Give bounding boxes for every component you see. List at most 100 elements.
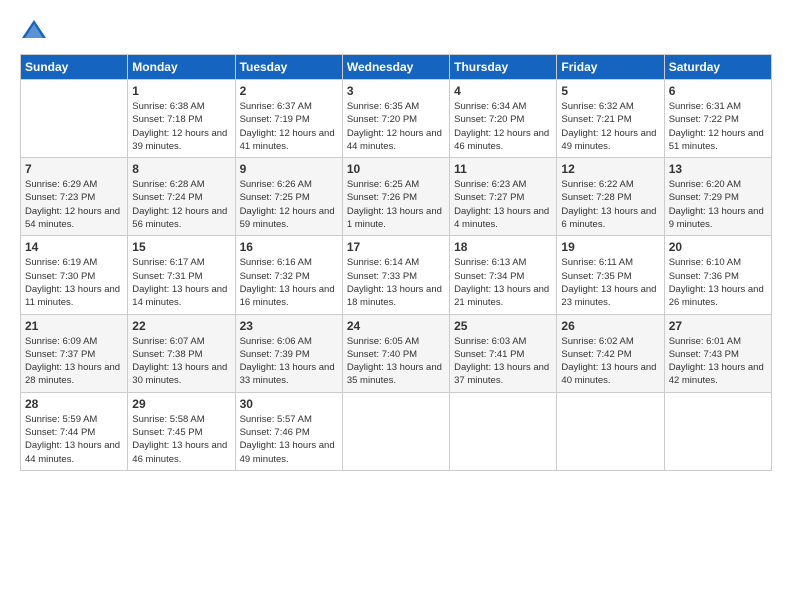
day-info: Sunrise: 6:19 AM Sunset: 7:30 PM Dayligh… bbox=[25, 256, 123, 309]
day-number: 19 bbox=[561, 240, 659, 254]
day-number: 21 bbox=[25, 319, 123, 333]
day-info: Sunrise: 6:26 AM Sunset: 7:25 PM Dayligh… bbox=[240, 178, 338, 231]
day-number: 20 bbox=[669, 240, 767, 254]
day-cell: 15 Sunrise: 6:17 AM Sunset: 7:31 PM Dayli… bbox=[128, 236, 235, 314]
day-number: 30 bbox=[240, 397, 338, 411]
day-cell: 6 Sunrise: 6:31 AM Sunset: 7:22 PM Daylig… bbox=[664, 80, 771, 158]
header-cell-monday: Monday bbox=[128, 55, 235, 80]
day-cell bbox=[342, 392, 449, 470]
day-cell: 1 Sunrise: 6:38 AM Sunset: 7:18 PM Daylig… bbox=[128, 80, 235, 158]
day-number: 3 bbox=[347, 84, 445, 98]
day-info: Sunrise: 6:09 AM Sunset: 7:37 PM Dayligh… bbox=[25, 335, 123, 388]
day-info: Sunrise: 5:59 AM Sunset: 7:44 PM Dayligh… bbox=[25, 413, 123, 466]
day-info: Sunrise: 6:02 AM Sunset: 7:42 PM Dayligh… bbox=[561, 335, 659, 388]
day-cell: 11 Sunrise: 6:23 AM Sunset: 7:27 PM Dayli… bbox=[450, 158, 557, 236]
week-row-2: 7 Sunrise: 6:29 AM Sunset: 7:23 PM Daylig… bbox=[21, 158, 772, 236]
day-number: 15 bbox=[132, 240, 230, 254]
header-cell-wednesday: Wednesday bbox=[342, 55, 449, 80]
day-cell: 22 Sunrise: 6:07 AM Sunset: 7:38 PM Dayli… bbox=[128, 314, 235, 392]
day-cell: 23 Sunrise: 6:06 AM Sunset: 7:39 PM Dayli… bbox=[235, 314, 342, 392]
day-cell bbox=[450, 392, 557, 470]
day-number: 17 bbox=[347, 240, 445, 254]
day-number: 2 bbox=[240, 84, 338, 98]
day-cell bbox=[664, 392, 771, 470]
day-cell: 4 Sunrise: 6:34 AM Sunset: 7:20 PM Daylig… bbox=[450, 80, 557, 158]
day-cell: 2Sunrise: 6:37 AM Sunset: 7:19 PM Daylig… bbox=[235, 80, 342, 158]
day-info: Sunrise: 6:34 AM Sunset: 7:20 PM Dayligh… bbox=[454, 100, 552, 153]
day-number: 11 bbox=[454, 162, 552, 176]
day-cell: 3 Sunrise: 6:35 AM Sunset: 7:20 PM Daylig… bbox=[342, 80, 449, 158]
header-cell-saturday: Saturday bbox=[664, 55, 771, 80]
day-cell bbox=[557, 392, 664, 470]
day-number: 22 bbox=[132, 319, 230, 333]
header bbox=[20, 16, 772, 44]
day-info: Sunrise: 6:35 AM Sunset: 7:20 PM Dayligh… bbox=[347, 100, 445, 153]
week-row-4: 21 Sunrise: 6:09 AM Sunset: 7:37 PM Dayli… bbox=[21, 314, 772, 392]
day-info: Sunrise: 6:28 AM Sunset: 7:24 PM Dayligh… bbox=[132, 178, 230, 231]
day-number: 7 bbox=[25, 162, 123, 176]
day-number: 4 bbox=[454, 84, 552, 98]
day-info: Sunrise: 6:29 AM Sunset: 7:23 PM Dayligh… bbox=[25, 178, 123, 231]
day-info: Sunrise: 6:22 AM Sunset: 7:28 PM Dayligh… bbox=[561, 178, 659, 231]
day-number: 10 bbox=[347, 162, 445, 176]
calendar-table: SundayMondayTuesdayWednesdayThursdayFrid… bbox=[20, 54, 772, 471]
header-cell-sunday: Sunday bbox=[21, 55, 128, 80]
day-info: Sunrise: 6:01 AM Sunset: 7:43 PM Dayligh… bbox=[669, 335, 767, 388]
day-info: Sunrise: 6:17 AM Sunset: 7:31 PM Dayligh… bbox=[132, 256, 230, 309]
day-cell: 14 Sunrise: 6:19 AM Sunset: 7:30 PM Dayli… bbox=[21, 236, 128, 314]
logo bbox=[20, 16, 52, 44]
day-cell: 25 Sunrise: 6:03 AM Sunset: 7:41 PM Dayli… bbox=[450, 314, 557, 392]
day-info: Sunrise: 5:58 AM Sunset: 7:45 PM Dayligh… bbox=[132, 413, 230, 466]
day-number: 6 bbox=[669, 84, 767, 98]
day-cell: 5 Sunrise: 6:32 AM Sunset: 7:21 PM Daylig… bbox=[557, 80, 664, 158]
day-cell: 16 Sunrise: 6:16 AM Sunset: 7:32 PM Dayli… bbox=[235, 236, 342, 314]
day-info: Sunrise: 6:20 AM Sunset: 7:29 PM Dayligh… bbox=[669, 178, 767, 231]
header-row: SundayMondayTuesdayWednesdayThursdayFrid… bbox=[21, 55, 772, 80]
day-info: Sunrise: 6:31 AM Sunset: 7:22 PM Dayligh… bbox=[669, 100, 767, 153]
day-info: Sunrise: 6:05 AM Sunset: 7:40 PM Dayligh… bbox=[347, 335, 445, 388]
day-number: 26 bbox=[561, 319, 659, 333]
page: SundayMondayTuesdayWednesdayThursdayFrid… bbox=[0, 0, 792, 612]
day-cell: 24 Sunrise: 6:05 AM Sunset: 7:40 PM Dayli… bbox=[342, 314, 449, 392]
day-info: Sunrise: 5:57 AM Sunset: 7:46 PM Dayligh… bbox=[240, 413, 338, 466]
day-info: Sunrise: 6:38 AM Sunset: 7:18 PM Dayligh… bbox=[132, 100, 230, 153]
day-cell: 13Sunrise: 6:20 AM Sunset: 7:29 PM Dayli… bbox=[664, 158, 771, 236]
day-number: 1 bbox=[132, 84, 230, 98]
day-number: 29 bbox=[132, 397, 230, 411]
day-cell: 18Sunrise: 6:13 AM Sunset: 7:34 PM Dayli… bbox=[450, 236, 557, 314]
day-cell: 20 Sunrise: 6:10 AM Sunset: 7:36 PM Dayli… bbox=[664, 236, 771, 314]
day-number: 12 bbox=[561, 162, 659, 176]
week-row-5: 28 Sunrise: 5:59 AM Sunset: 7:44 PM Dayli… bbox=[21, 392, 772, 470]
day-info: Sunrise: 6:32 AM Sunset: 7:21 PM Dayligh… bbox=[561, 100, 659, 153]
day-number: 14 bbox=[25, 240, 123, 254]
day-number: 25 bbox=[454, 319, 552, 333]
week-row-1: 1 Sunrise: 6:38 AM Sunset: 7:18 PM Daylig… bbox=[21, 80, 772, 158]
day-cell: 19 Sunrise: 6:11 AM Sunset: 7:35 PM Dayli… bbox=[557, 236, 664, 314]
day-cell: 26 Sunrise: 6:02 AM Sunset: 7:42 PM Dayli… bbox=[557, 314, 664, 392]
day-number: 27 bbox=[669, 319, 767, 333]
header-cell-thursday: Thursday bbox=[450, 55, 557, 80]
day-info: Sunrise: 6:07 AM Sunset: 7:38 PM Dayligh… bbox=[132, 335, 230, 388]
day-info: Sunrise: 6:11 AM Sunset: 7:35 PM Dayligh… bbox=[561, 256, 659, 309]
day-info: Sunrise: 6:25 AM Sunset: 7:26 PM Dayligh… bbox=[347, 178, 445, 231]
day-number: 23 bbox=[240, 319, 338, 333]
day-cell: 30 Sunrise: 5:57 AM Sunset: 7:46 PM Dayli… bbox=[235, 392, 342, 470]
header-cell-friday: Friday bbox=[557, 55, 664, 80]
day-number: 16 bbox=[240, 240, 338, 254]
day-cell: 12 Sunrise: 6:22 AM Sunset: 7:28 PM Dayli… bbox=[557, 158, 664, 236]
day-info: Sunrise: 6:03 AM Sunset: 7:41 PM Dayligh… bbox=[454, 335, 552, 388]
day-info: Sunrise: 6:10 AM Sunset: 7:36 PM Dayligh… bbox=[669, 256, 767, 309]
day-cell: 28 Sunrise: 5:59 AM Sunset: 7:44 PM Dayli… bbox=[21, 392, 128, 470]
day-cell: 9 Sunrise: 6:26 AM Sunset: 7:25 PM Daylig… bbox=[235, 158, 342, 236]
day-number: 9 bbox=[240, 162, 338, 176]
day-cell: 21 Sunrise: 6:09 AM Sunset: 7:37 PM Dayli… bbox=[21, 314, 128, 392]
day-number: 5 bbox=[561, 84, 659, 98]
day-info: Sunrise: 6:16 AM Sunset: 7:32 PM Dayligh… bbox=[240, 256, 338, 309]
day-cell: 29 Sunrise: 5:58 AM Sunset: 7:45 PM Dayli… bbox=[128, 392, 235, 470]
day-cell: 17Sunrise: 6:14 AM Sunset: 7:33 PM Dayli… bbox=[342, 236, 449, 314]
day-number: 18 bbox=[454, 240, 552, 254]
day-number: 24 bbox=[347, 319, 445, 333]
day-number: 28 bbox=[25, 397, 123, 411]
day-info: Sunrise: 6:23 AM Sunset: 7:27 PM Dayligh… bbox=[454, 178, 552, 231]
day-info: Sunrise: 6:06 AM Sunset: 7:39 PM Dayligh… bbox=[240, 335, 338, 388]
